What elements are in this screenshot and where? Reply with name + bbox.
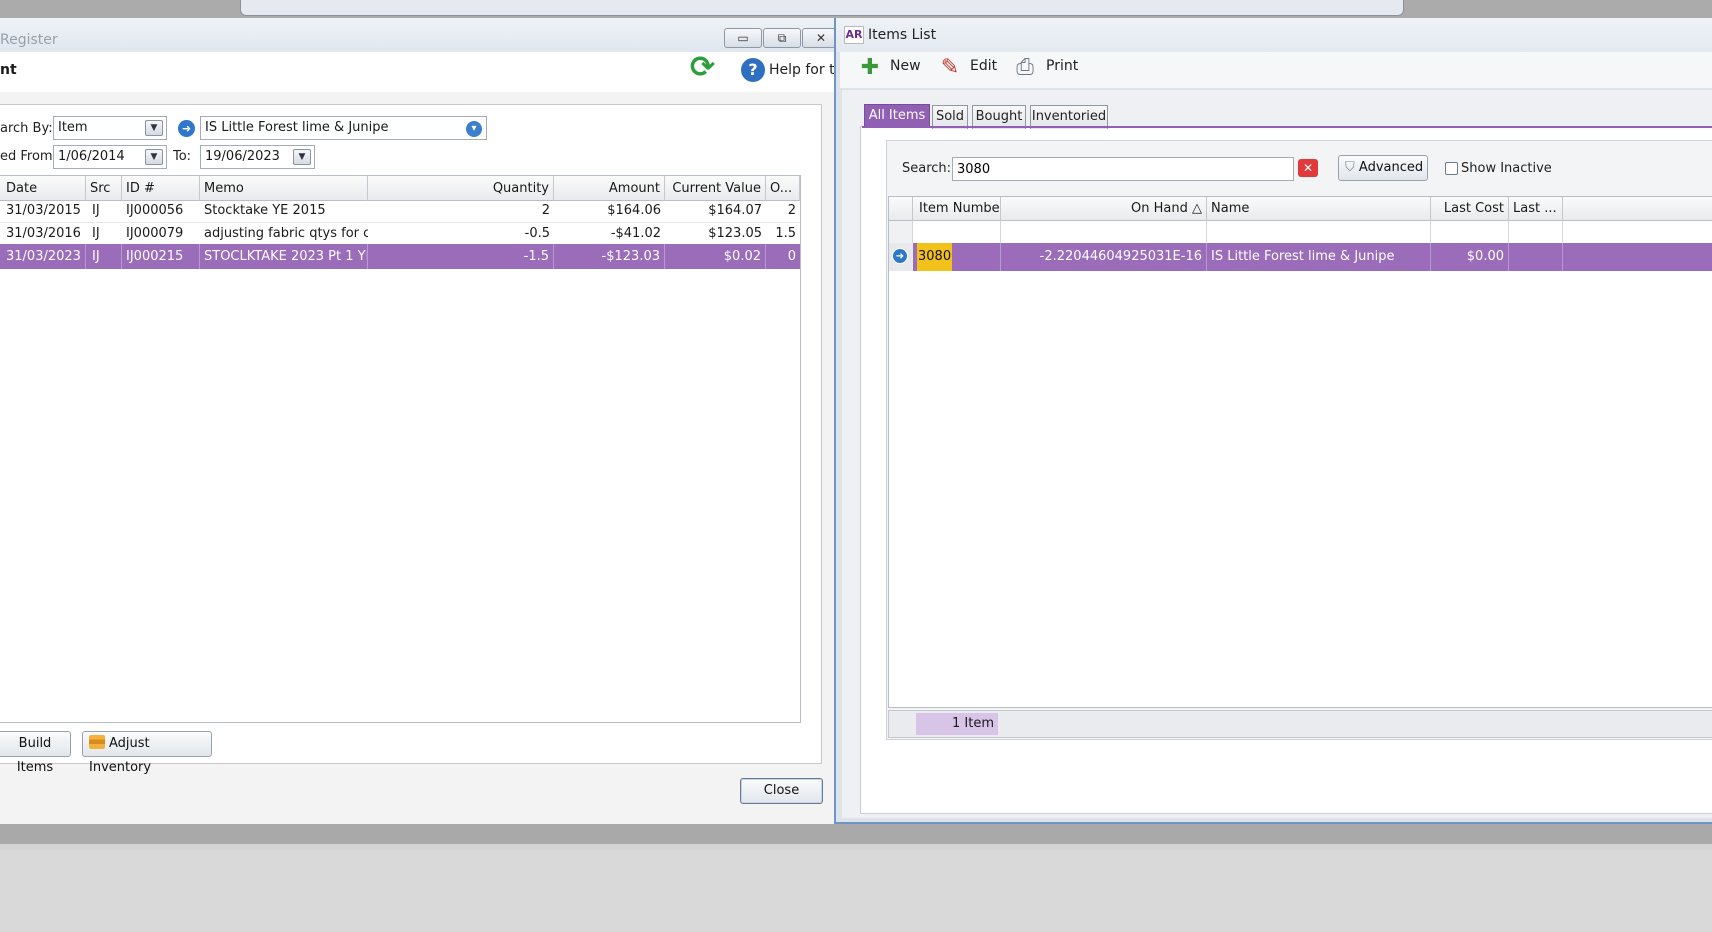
restore-button[interactable]: ⧉ [763,28,801,48]
cell-id: IJ000215 [122,244,200,269]
cell-src: IJ [92,226,100,241]
edit-pencil-icon[interactable]: ✎ [936,54,964,82]
new-button[interactable]: New [890,58,921,74]
dated-from-select[interactable]: 1/06/2014 ▼ [53,145,167,169]
desktop-bottom [0,850,1712,932]
col-name[interactable]: Name [1207,197,1431,221]
close-label: Close [763,783,800,798]
chevron-down-icon[interactable]: ▼ [145,149,163,165]
search-by-value: Item [58,120,88,135]
table-row-selected[interactable]: ➜ 3080 -2.22044604925031E-16 IS Little F… [889,243,1712,271]
col-on-hand[interactable]: On Hand △ [1001,197,1207,221]
item-count: 1 Item [916,713,998,735]
build-items-label: Build Items [16,736,54,775]
table-header: Item Number On Hand △ Name Last Cost Las… [889,197,1712,221]
advanced-filter-icon: ⛉ [1345,160,1355,175]
advanced-label: Advanced [1358,160,1424,175]
cell-name: IS Little Forest lime & Junipe [1207,243,1431,271]
item-select[interactable]: IS Little Forest lime & Junipe ▾ [200,116,487,140]
filter-icon[interactable]: ▾ [466,121,482,137]
cell-memo: Stocktake YE 2015 [204,203,326,218]
tab-underline [862,126,1712,128]
cell-current-value: $123.05 [708,226,762,241]
build-items-button[interactable]: Build Items [0,731,71,775]
cell-quantity: -1.5 [368,244,554,269]
cell-other: 2 [787,203,796,218]
cell-current-value: $164.07 [708,203,762,218]
cell-item-number: 3080 [913,243,1001,271]
cell-amount: $164.06 [607,203,661,218]
adjust-inventory-button[interactable]: Adjust Inventory [82,731,212,775]
cell-on-hand: -2.22044604925031E-16 [1001,243,1207,271]
new-plus-icon[interactable]: ✚ [856,54,884,82]
items-footer [888,710,1712,738]
to-date-select[interactable]: 19/06/2023 ▼ [200,145,315,169]
print-button[interactable]: Print [1046,58,1078,74]
clear-search-icon[interactable]: ✕ [1298,159,1318,177]
cell-last-other [1509,243,1563,271]
item-value: IS Little Forest lime & Junipe [205,120,389,135]
print-icon[interactable]: ⎙ [1011,54,1039,82]
chevron-down-icon[interactable]: ▼ [145,120,163,136]
cell-id: IJ000056 [126,203,184,218]
register-heading: nt [0,62,17,78]
cell-current-value: $0.02 [665,244,766,269]
cell-date: 31/03/2023 [0,244,86,269]
show-inactive-checkbox[interactable] [1445,162,1458,175]
cell-id: IJ000079 [126,226,184,241]
tab-all-items[interactable]: All Items [864,104,930,128]
background-window-edge [240,0,1404,16]
items-list-title: Items List [868,27,937,43]
edit-button[interactable]: Edit [970,58,997,74]
cell-memo: STOCLKTAKE 2023 Pt 1 YEe [200,244,368,269]
search-by-select[interactable]: Item ▼ [53,116,167,140]
item-number-highlight: 3080 [917,243,953,271]
cell-amount: -$123.03 [554,244,665,269]
adjust-inventory-icon [89,735,105,749]
col-filler [1563,197,1712,221]
col-last-cost[interactable]: Last Cost [1431,197,1509,221]
col-selector [889,197,913,221]
cell-other: 0 [787,249,796,264]
cell-last-cost: $0.00 [1431,243,1509,271]
refresh-icon[interactable]: ⟳ [690,53,720,84]
close-button[interactable]: Close [740,778,823,804]
cell-date: 31/03/2015 [6,203,81,218]
col-last-other[interactable]: Last ... [1509,197,1563,221]
to-date-value: 19/06/2023 [205,149,280,164]
items-table: Item Number On Hand △ Name Last Cost Las… [888,196,1712,708]
register-table: Date Src ID # Memo Quantity Amount Curre… [0,175,801,723]
dated-from-value: 1/06/2014 [58,149,125,164]
show-inactive-label[interactable]: Show Inactive [1461,161,1552,176]
cell-memo: adjusting fabric qtys for cylin [204,226,368,241]
cell-quantity: 2 [541,203,550,218]
table-row[interactable]: 31/03/2016 IJ IJ000079 adjusting fabric … [0,221,800,246]
go-arrow-icon[interactable]: ➜ [178,120,195,137]
items-list-titlebar [836,18,1712,52]
col-item-number[interactable]: Item Number [913,197,1001,221]
table-row-selected[interactable]: 31/03/2023 IJ IJ000215 STOCLKTAKE 2023 P… [0,244,800,269]
to-label: To: [173,149,192,164]
search-label: Search: [902,161,952,176]
row-arrow-icon: ➜ [892,248,908,264]
cell-quantity: -0.5 [524,226,550,241]
advanced-button[interactable]: ⛉ Advanced [1338,155,1428,181]
table-row[interactable]: 31/03/2015 IJ IJ000056 Stocktake YE 2015… [0,198,800,223]
cell-other: 1.5 [775,226,796,241]
chevron-down-icon[interactable]: ▼ [293,149,311,165]
dated-from-label: ed From: [0,149,57,164]
cell-src: IJ [86,244,122,269]
bottom-strip [0,824,1712,844]
app-badge: AR [844,26,864,44]
minimize-button[interactable]: ▭ [724,28,762,48]
row-selector: ➜ [889,243,913,271]
search-by-label: arch By: [0,121,53,136]
help-icon[interactable]: ? [741,58,765,82]
register-window-title: Register [0,32,58,48]
cell-date: 31/03/2016 [6,226,81,241]
cell-amount: -$41.02 [610,226,661,241]
cell-src: IJ [92,203,100,218]
search-input[interactable] [952,157,1294,181]
